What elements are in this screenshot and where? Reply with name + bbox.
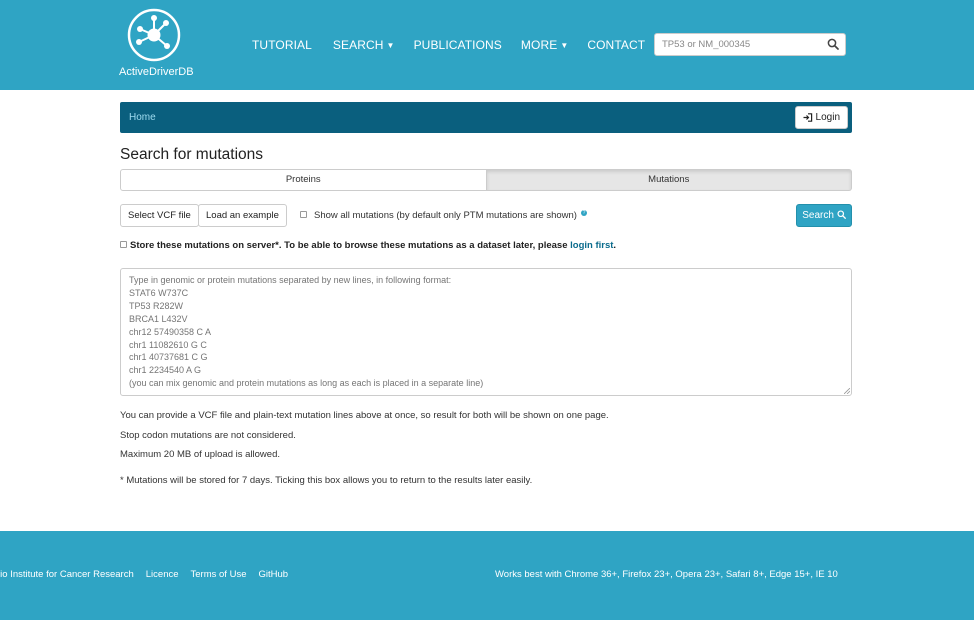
store-checkbox[interactable] — [120, 240, 127, 248]
main-nav: TUTORIAL SEARCH ▼ PUBLICATIONS MORE ▼ CONT… — [252, 38, 645, 52]
resize-grip-icon[interactable] — [844, 388, 850, 394]
info-icon[interactable]: ? — [580, 210, 587, 216]
load-example-button[interactable]: Load an example — [198, 204, 287, 227]
show-all-checkbox[interactable] — [300, 210, 307, 218]
caret-down-icon: ▼ — [386, 41, 395, 50]
footer-terms-link[interactable]: Terms of Use — [191, 569, 247, 580]
tab-mutations[interactable]: Mutations — [486, 169, 852, 191]
tab-proteins[interactable]: Proteins — [120, 169, 487, 191]
store-end: . — [613, 240, 617, 251]
nav-search-label: SEARCH — [332, 38, 384, 52]
note-stop-codon: Stop codon mutations are not considered. — [120, 430, 296, 441]
footer-institute-link[interactable]: rio Institute for Cancer Research — [0, 569, 134, 580]
nav-search[interactable]: SEARCH ▼ — [333, 38, 395, 52]
nav-tutorial[interactable]: TUTORIAL — [252, 38, 312, 52]
logo-text: ActiveDriverDB — [119, 66, 194, 78]
logo-network-icon — [127, 8, 181, 62]
nav-contact-label: CONTACT — [587, 38, 646, 52]
nav-more[interactable]: MORE ▼ — [521, 38, 568, 52]
show-all-option: Show all mutations (by default only PTM … — [300, 210, 587, 221]
footer: rio Institute for Cancer Research Licenc… — [0, 531, 974, 620]
caret-down-icon: ▼ — [560, 41, 569, 50]
note-vcf-and-text: You can provide a VCF file and plain-tex… — [120, 410, 609, 421]
nav-publications[interactable]: PUBLICATIONS — [414, 38, 502, 52]
footer-licence-link[interactable]: Licence — [146, 569, 179, 580]
header-search-box — [654, 33, 846, 56]
search-button-label: Search — [802, 210, 834, 221]
breadcrumb: Home Login — [120, 102, 852, 133]
show-all-label: Show all mutations (by default only PTM … — [314, 210, 577, 221]
site-logo[interactable]: ActiveDriverDB — [119, 8, 194, 78]
note-storage-days: * Mutations will be stored for 7 days. T… — [120, 475, 533, 486]
nav-more-label: MORE — [520, 38, 558, 52]
page-title: Search for mutations — [120, 146, 264, 163]
store-option: Store these mutations on server*. To be … — [120, 240, 616, 251]
login-label: Login — [815, 112, 840, 123]
footer-github-link[interactable]: GitHub — [258, 569, 288, 580]
nav-contact[interactable]: CONTACT — [587, 38, 645, 52]
footer-links: rio Institute for Cancer Research Licenc… — [0, 569, 288, 580]
header-search-input[interactable] — [655, 34, 815, 55]
store-text: Store these mutations on server*. To be … — [130, 240, 571, 251]
nav-publications-label: PUBLICATIONS — [413, 38, 502, 52]
nav-tutorial-label: TUTORIAL — [252, 38, 312, 52]
search-icon[interactable] — [827, 38, 839, 50]
login-first-link[interactable]: login first — [570, 240, 613, 251]
login-button[interactable]: Login — [794, 106, 848, 129]
search-button[interactable]: Search — [796, 204, 852, 227]
search-icon — [837, 210, 846, 219]
browser-support-note: Works best with Chrome 36+, Firefox 23+,… — [495, 569, 838, 580]
note-max-upload: Maximum 20 MB of upload is allowed. — [120, 449, 280, 460]
breadcrumb-home-link[interactable]: Home — [129, 112, 156, 123]
select-vcf-button[interactable]: Select VCF file — [120, 204, 199, 227]
top-navbar: ActiveDriverDB TUTORIAL SEARCH ▼ PUBLICAT… — [0, 0, 974, 90]
login-icon — [803, 113, 812, 122]
mutations-textarea[interactable] — [120, 268, 852, 396]
search-type-tabs: Proteins Mutations — [120, 169, 852, 191]
